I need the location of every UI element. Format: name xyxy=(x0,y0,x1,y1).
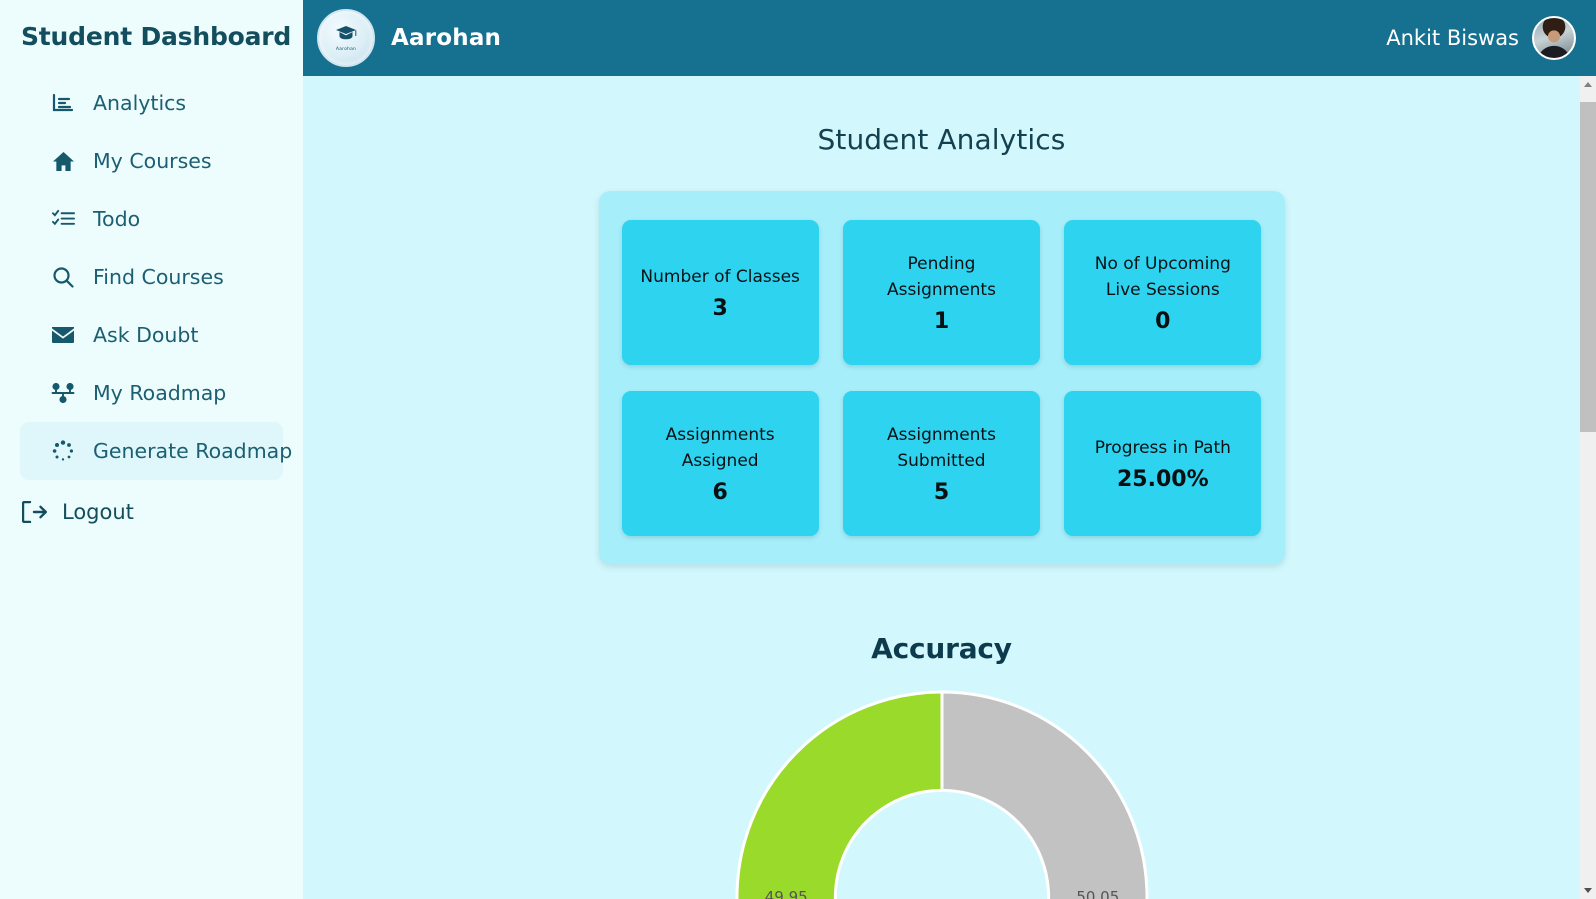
stat-value: 6 xyxy=(712,479,728,505)
stat-card-upcoming-live-sessions[interactable]: No of Upcoming Live Sessions 0 xyxy=(1064,220,1262,365)
stat-card-number-of-classes[interactable]: Number of Classes 3 xyxy=(621,220,819,365)
sidebar-item-my-courses[interactable]: My Courses xyxy=(20,132,283,190)
stat-value: 25.00% xyxy=(1117,466,1209,492)
stat-card-progress-in-path[interactable]: Progress in Path 25.00% xyxy=(1064,391,1262,536)
donut-slice[interactable] xyxy=(940,690,1148,899)
avatar[interactable] xyxy=(1532,16,1576,60)
analytics-heading: Student Analytics xyxy=(817,123,1066,156)
sidebar: Student Dashboard Analytics My Courses T… xyxy=(0,0,303,899)
sidebar-item-label: Analytics xyxy=(93,91,187,115)
envelope-icon xyxy=(50,323,76,347)
stat-label: Assignments Assigned xyxy=(665,425,775,472)
logout-label: Logout xyxy=(62,500,134,524)
user-menu[interactable]: Ankit Biswas xyxy=(1386,16,1582,60)
sidebar-item-todo[interactable]: Todo xyxy=(20,190,283,248)
donut-slice[interactable] xyxy=(735,690,943,899)
sidebar-item-label: Generate Roadmap xyxy=(93,439,293,463)
accuracy-donut-chart[interactable]: 49.95 50.05 xyxy=(735,690,1148,899)
stats-row: Assignments Assigned 6 Assignments Submi… xyxy=(621,391,1262,536)
stats-panel: Number of Classes 3 Pending Assignments … xyxy=(598,191,1285,564)
chevron-up-icon xyxy=(1584,82,1592,87)
spinner-dots-icon xyxy=(50,439,76,463)
stat-value: 0 xyxy=(1155,308,1171,334)
search-icon xyxy=(50,265,76,289)
sidebar-item-label: My Courses xyxy=(93,149,212,173)
user-name: Ankit Biswas xyxy=(1386,26,1519,50)
sidebar-item-generate-roadmap[interactable]: Generate Roadmap xyxy=(20,422,292,480)
donut-slice-label: 49.95 xyxy=(764,888,807,899)
sidebar-item-ask-doubt[interactable]: Ask Doubt xyxy=(20,306,283,364)
scrollbar-up-button[interactable] xyxy=(1580,76,1596,93)
sitemap-icon xyxy=(50,381,76,405)
stat-card-pending-assignments[interactable]: Pending Assignments 1 xyxy=(842,220,1041,365)
checklist-icon xyxy=(50,207,76,231)
stat-label: No of Upcoming Live Sessions xyxy=(1094,254,1231,301)
stat-label: Assignments Submitted xyxy=(887,425,996,472)
stat-value: 3 xyxy=(712,295,728,321)
scrollbar-down-button[interactable] xyxy=(1580,882,1596,899)
sidebar-item-label: Ask Doubt xyxy=(93,323,199,347)
donut-svg: 49.95 50.05 xyxy=(735,690,1148,899)
sidebar-item-my-roadmap[interactable]: My Roadmap xyxy=(20,364,283,422)
sidebar-item-label: Find Courses xyxy=(93,265,224,289)
sidebar-item-find-courses[interactable]: Find Courses xyxy=(20,248,283,306)
main-area: Aarohan Aarohan Ankit Biswas Student Ana… xyxy=(303,0,1596,899)
logout-icon xyxy=(20,500,48,524)
stat-label: Pending Assignments xyxy=(887,254,996,301)
graduation-cap-icon xyxy=(335,25,357,46)
home-icon xyxy=(50,149,76,173)
logout-button[interactable]: Logout xyxy=(0,486,303,538)
vertical-scrollbar[interactable] xyxy=(1580,76,1596,899)
content-scroll-area: Student Analytics Number of Classes 3 Pe… xyxy=(303,76,1580,899)
logo-caption: Aarohan xyxy=(335,46,357,52)
scrollbar-thumb[interactable] xyxy=(1580,102,1596,432)
donut-slice-label: 50.05 xyxy=(1076,888,1119,899)
stat-card-assignments-assigned[interactable]: Assignments Assigned 6 xyxy=(621,391,819,536)
stat-card-assignments-submitted[interactable]: Assignments Submitted 5 xyxy=(842,391,1041,536)
topbar: Aarohan Aarohan Ankit Biswas xyxy=(303,0,1596,76)
app-root: Student Dashboard Analytics My Courses T… xyxy=(0,0,1596,899)
stat-value: 5 xyxy=(933,479,950,505)
chart-bar-icon xyxy=(50,91,76,115)
graduation-cap-logo: Aarohan xyxy=(317,9,375,67)
chevron-down-icon xyxy=(1584,888,1592,893)
sidebar-item-label: Todo xyxy=(93,207,141,231)
stats-row: Number of Classes 3 Pending Assignments … xyxy=(621,220,1262,365)
stat-label: Number of Classes xyxy=(640,267,800,288)
sidebar-nav: Analytics My Courses Todo Find Courses A… xyxy=(0,74,303,480)
accuracy-heading: Accuracy xyxy=(871,632,1012,665)
brand[interactable]: Aarohan Aarohan xyxy=(317,9,501,67)
sidebar-item-label: My Roadmap xyxy=(93,381,227,405)
stat-value: 1 xyxy=(933,308,950,334)
sidebar-item-analytics[interactable]: Analytics xyxy=(20,74,283,132)
stat-label: Progress in Path xyxy=(1094,438,1231,459)
brand-name: Aarohan xyxy=(391,25,502,51)
page-title: Student Dashboard xyxy=(21,22,292,51)
